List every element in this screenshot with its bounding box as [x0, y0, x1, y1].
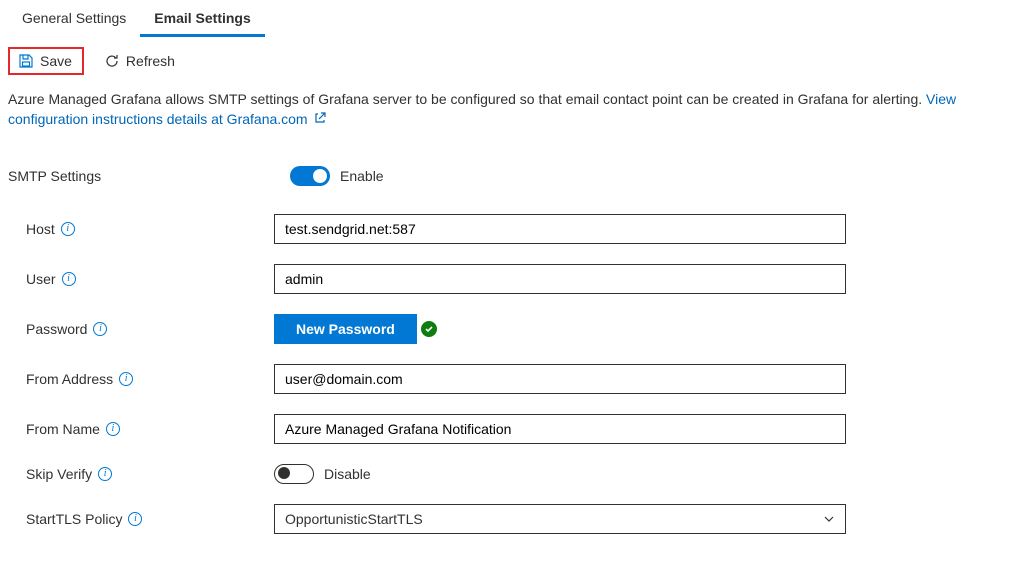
save-label: Save [40, 53, 72, 69]
check-icon [421, 321, 437, 337]
refresh-button[interactable]: Refresh [102, 49, 177, 73]
new-password-button[interactable]: New Password [274, 314, 417, 344]
info-icon[interactable]: i [93, 322, 107, 336]
smtp-enable-label: Enable [340, 168, 384, 184]
from-address-input[interactable] [274, 364, 846, 394]
info-icon[interactable]: i [98, 467, 112, 481]
from-name-label: From Name [26, 421, 100, 437]
skip-verify-toggle[interactable] [274, 464, 314, 484]
chevron-down-icon [823, 513, 835, 525]
starttls-select[interactable]: OpportunisticStartTLS [274, 504, 846, 534]
tab-general-settings[interactable]: General Settings [8, 0, 140, 37]
description: Azure Managed Grafana allows SMTP settin… [0, 85, 1025, 138]
skip-verify-label: Skip Verify [26, 466, 92, 482]
save-button[interactable]: Save [8, 47, 84, 75]
starttls-label: StartTLS Policy [26, 511, 122, 527]
info-icon[interactable]: i [128, 512, 142, 526]
from-name-input[interactable] [274, 414, 846, 444]
refresh-label: Refresh [126, 53, 175, 69]
host-input[interactable] [274, 214, 846, 244]
info-icon[interactable]: i [61, 222, 75, 236]
external-link-icon [314, 112, 326, 124]
info-icon[interactable]: i [119, 372, 133, 386]
skip-verify-state: Disable [324, 466, 371, 482]
refresh-icon [104, 53, 120, 69]
host-label: Host [26, 221, 55, 237]
user-label: User [26, 271, 56, 287]
description-text: Azure Managed Grafana allows SMTP settin… [8, 91, 926, 107]
tab-email-settings[interactable]: Email Settings [140, 0, 264, 37]
starttls-value: OpportunisticStartTLS [285, 511, 423, 527]
info-icon[interactable]: i [106, 422, 120, 436]
info-icon[interactable]: i [62, 272, 76, 286]
smtp-enable-toggle[interactable] [290, 166, 330, 186]
password-label: Password [26, 321, 87, 337]
save-icon [18, 53, 34, 69]
smtp-settings-label: SMTP Settings [8, 168, 290, 184]
user-input[interactable] [274, 264, 846, 294]
from-address-label: From Address [26, 371, 113, 387]
